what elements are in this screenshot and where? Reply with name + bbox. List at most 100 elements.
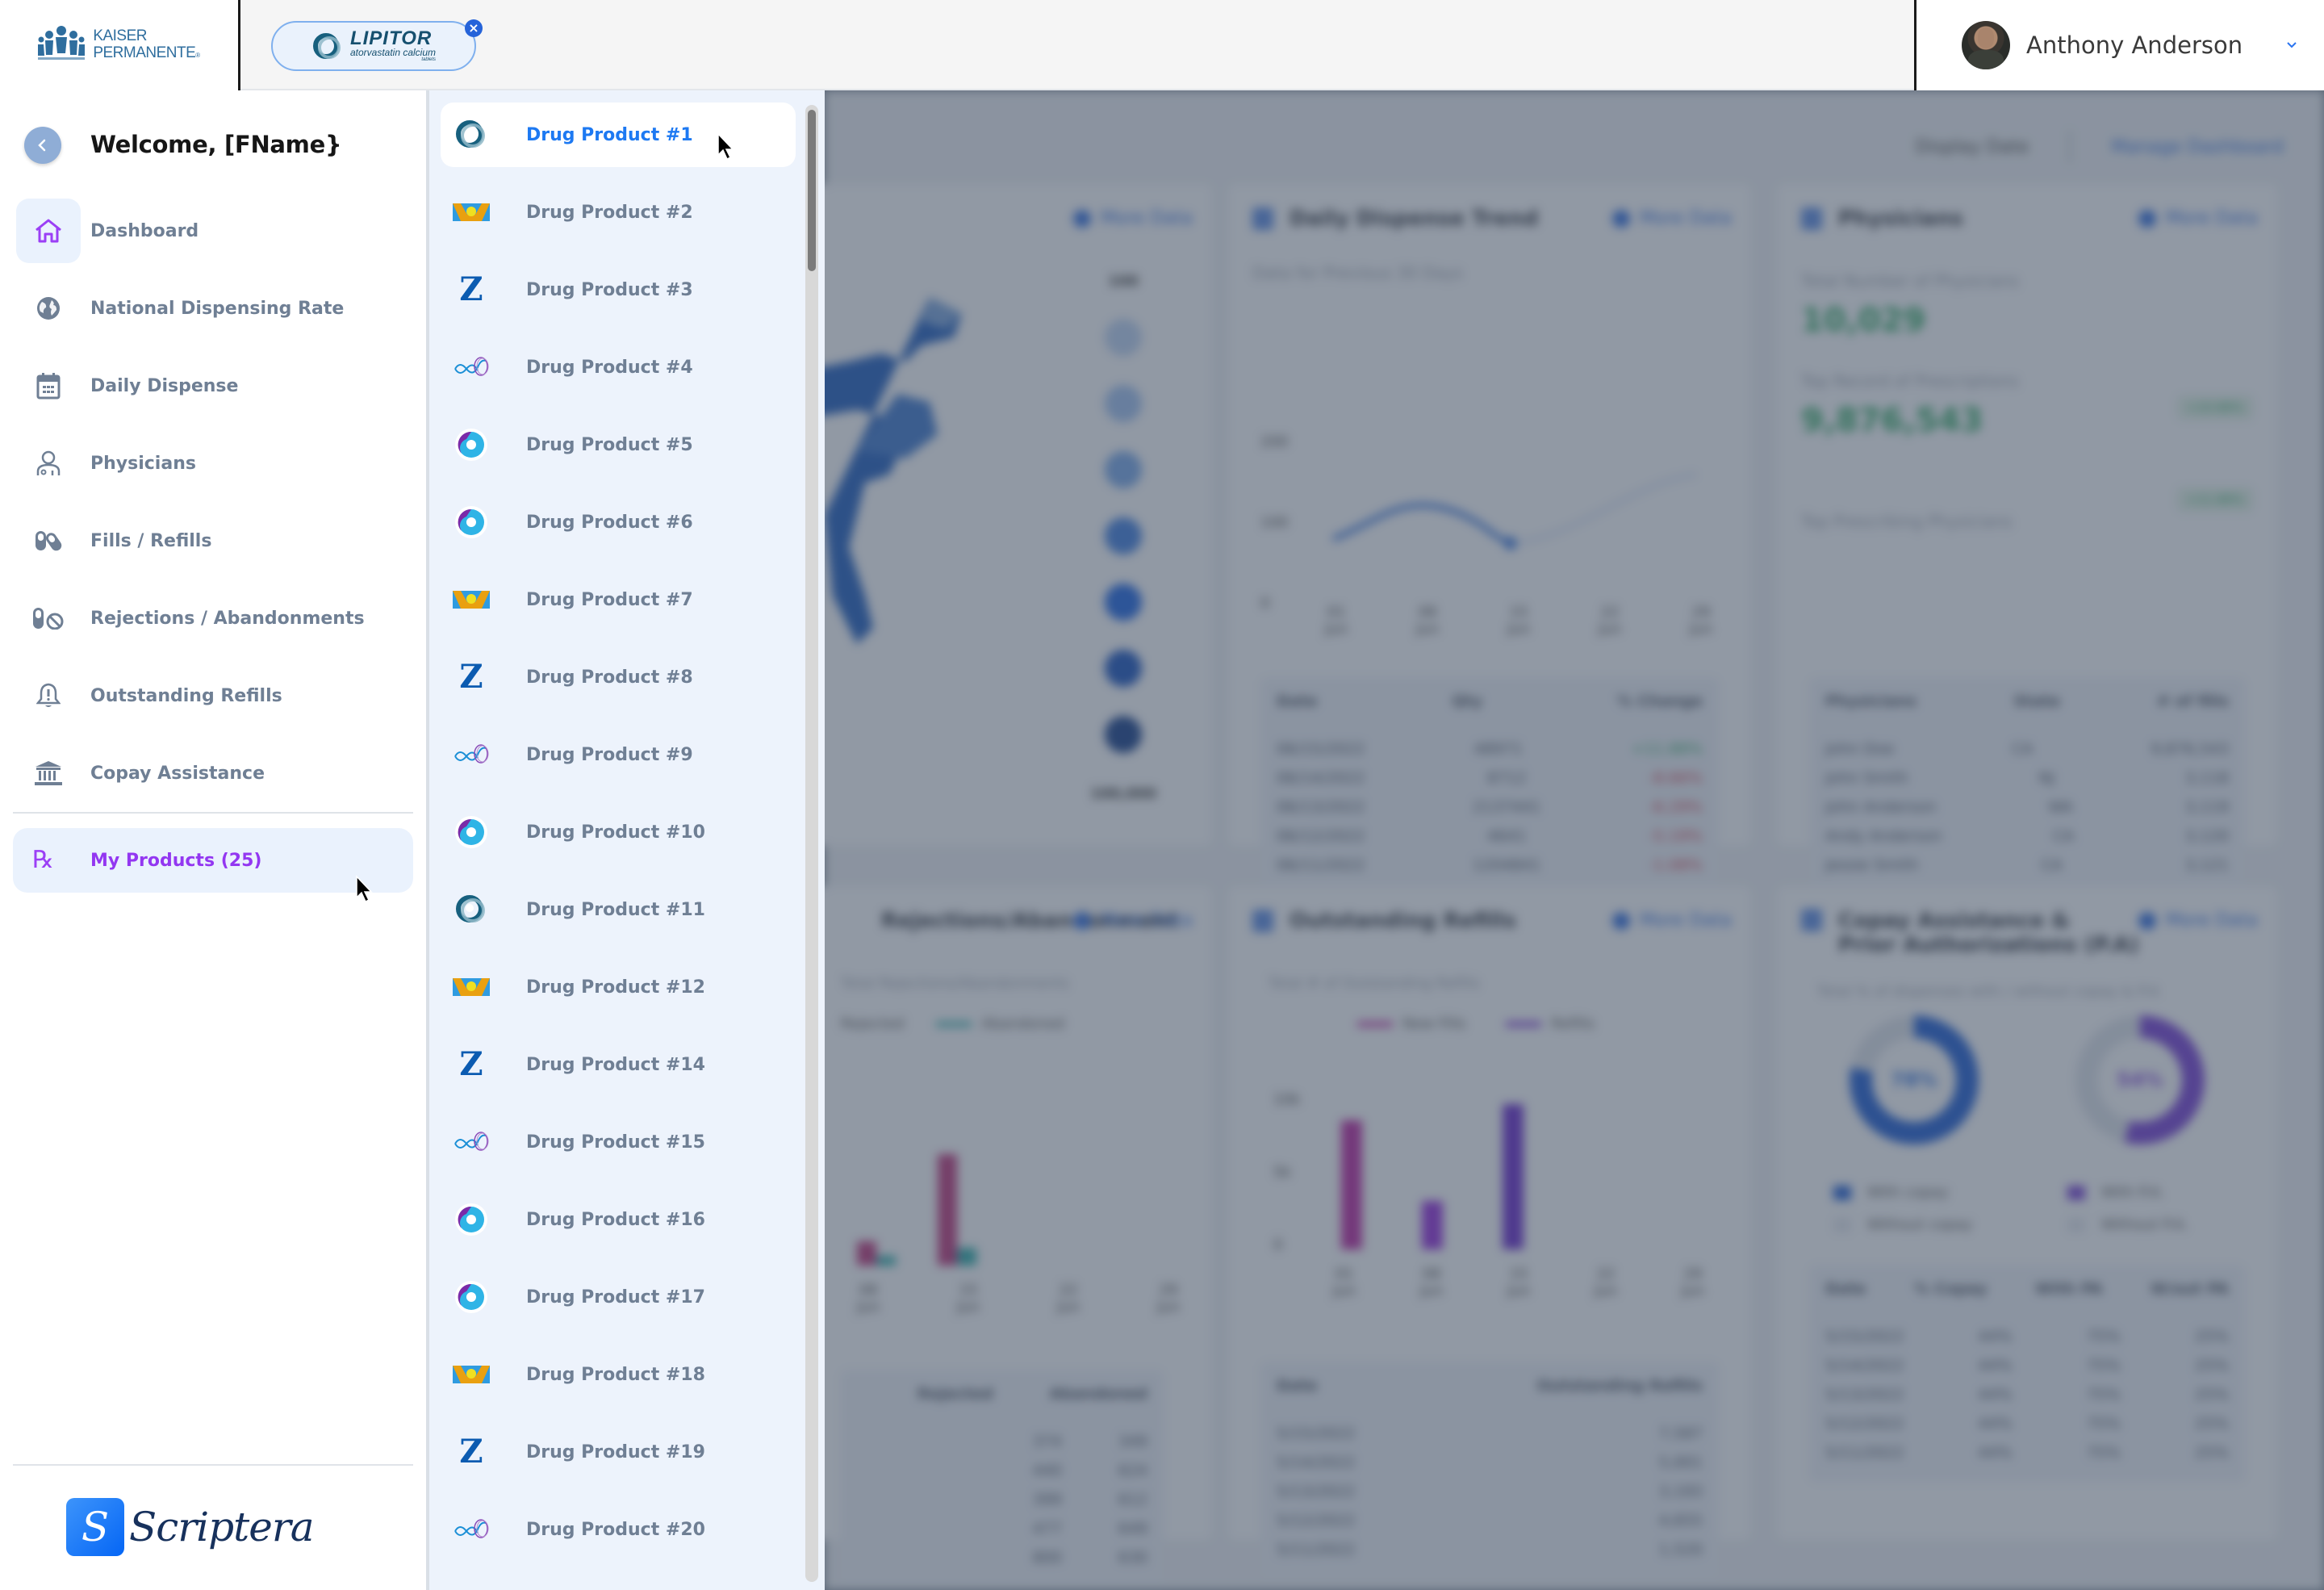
sidebar-item-label: Dashboard: [90, 220, 199, 241]
sidebar-item-label: National Dispensing Rate: [90, 298, 345, 319]
swirl-logo-icon: [455, 1281, 487, 1313]
swirl-logo-icon: [455, 429, 487, 461]
mouse-cursor-icon: [717, 132, 734, 161]
product-list-item[interactable]: Drug Product #12: [441, 948, 796, 1026]
org-logo-line2: PERMANENTE: [93, 44, 196, 61]
swirl-logo-icon: [452, 429, 491, 461]
product-list-item[interactable]: Drug Product #7: [441, 561, 796, 638]
product-label: Drug Product #11: [526, 899, 705, 920]
product-list-item[interactable]: Drug Product #2: [441, 174, 796, 251]
infinity-logo-icon: [454, 1132, 489, 1151]
close-icon[interactable]: ×: [465, 19, 483, 37]
product-list-item[interactable]: Drug Product #6: [441, 483, 796, 561]
product-label: Drug Product #19: [526, 1441, 705, 1462]
product-list-item[interactable]: Z Drug Product #19: [441, 1413, 796, 1491]
sidebar-item-national-dispensing-rate[interactable]: National Dispensing Rate: [16, 270, 413, 347]
sun-band-logo-icon: [453, 203, 490, 221]
z-logo-icon: Z: [459, 1433, 483, 1471]
rings-logo-icon: [452, 893, 491, 926]
lipitor-rings-icon: [312, 33, 341, 59]
infinity-logo-icon: [454, 357, 489, 376]
product-label: Drug Product #3: [526, 279, 693, 300]
product-list-item[interactable]: Z Drug Product #14: [441, 1026, 796, 1103]
product-label: Drug Product #16: [526, 1209, 705, 1230]
sidebar-item-outstanding-refills[interactable]: Outstanding Refills: [16, 657, 413, 734]
scriptera-logo[interactable]: S Scriptera: [66, 1498, 315, 1556]
footer-divider: [13, 1464, 413, 1466]
sidebar-item-label: Rejections / Abandonments: [90, 608, 365, 629]
product-list-item[interactable]: Drug Product #18: [441, 1336, 796, 1413]
sidebar-item-label: Copay Assistance: [90, 763, 265, 784]
product-list-item[interactable]: Drug Product #17: [441, 1258, 796, 1336]
swirl-logo-icon: [455, 506, 487, 538]
product-list-item[interactable]: Drug Product #9: [441, 716, 796, 793]
z-logo-icon: Z: [459, 270, 483, 308]
product-list-item[interactable]: Drug Product #1: [441, 103, 796, 167]
product-label: Drug Product #15: [526, 1132, 705, 1153]
product-list-item[interactable]: Z Drug Product #3: [441, 251, 796, 328]
swirl-logo-icon: [452, 506, 491, 538]
modal-overlay[interactable]: [825, 90, 2324, 1590]
sidebar-item-copay-assistance[interactable]: Copay Assistance: [16, 734, 413, 812]
avatar[interactable]: [1962, 21, 2010, 69]
mouse-cursor-icon: [356, 875, 373, 903]
pill-blocked-icon: [33, 608, 64, 630]
scrollbar[interactable]: [805, 105, 818, 1582]
sidebar-item-label: Fills / Refills: [90, 530, 212, 551]
product-list-item[interactable]: Drug Product #20: [441, 1491, 796, 1568]
product-list-item[interactable]: Drug Product #4: [441, 328, 796, 406]
chevron-down-icon[interactable]: [2286, 40, 2297, 51]
product-list-item[interactable]: Drug Product #11: [441, 871, 796, 948]
user-menu[interactable]: Anthony Anderson: [1914, 0, 2324, 90]
sun-band-logo-icon: [453, 978, 490, 996]
sidebar-item-dashboard[interactable]: Dashboard: [16, 192, 413, 270]
sun-band-logo-icon: [452, 584, 491, 616]
infinity-logo-icon: [454, 1519, 489, 1538]
swirl-logo-icon: [452, 1281, 491, 1313]
pills-icon: [36, 531, 62, 551]
product-label: Drug Product #7: [526, 589, 693, 610]
product-label: Drug Product #1: [526, 124, 693, 145]
kaiser-people-icon: [38, 26, 86, 60]
product-list-item[interactable]: Drug Product #15: [441, 1103, 796, 1181]
sun-band-logo-icon: [452, 196, 491, 228]
sidebar-item-fills-refills[interactable]: Fills / Refills: [16, 502, 413, 580]
sidebar-item-my-products[interactable]: ℞ My Products (25): [13, 828, 413, 893]
product-list: Drug Product #1 Drug Product #2 Z Drug Prod…: [441, 103, 796, 1568]
product-list-item[interactable]: Drug Product #16: [441, 1181, 796, 1258]
swirl-logo-icon: [452, 1203, 491, 1236]
nav-divider: [13, 812, 413, 814]
chevron-left-icon: [38, 139, 46, 152]
product-label: Drug Product #14: [526, 1054, 705, 1075]
org-logo-line1: KAISER: [93, 27, 148, 44]
welcome-heading: Welcome, [FName}: [90, 131, 342, 158]
selected-product-chip[interactable]: LIPITOR atorvastatin calcium tablets ×: [271, 19, 483, 71]
sun-band-logo-icon: [452, 1358, 491, 1391]
product-label: Drug Product #17: [526, 1287, 705, 1308]
infinity-logo-icon: [452, 1126, 491, 1158]
product-label: Drug Product #4: [526, 357, 693, 378]
sidebar: Welcome, [FName} Dashboard National Disp…: [0, 90, 426, 1590]
swirl-logo-icon: [452, 816, 491, 848]
product-label: Drug Product #5: [526, 434, 693, 455]
rings-logo-icon: [456, 120, 485, 148]
swirl-logo-icon: [455, 816, 487, 848]
infinity-logo-icon: [452, 739, 491, 771]
globe-icon: [37, 297, 60, 320]
product-brand: LIPITOR: [349, 27, 433, 49]
sidebar-item-daily-dispense[interactable]: Daily Dispense: [16, 347, 413, 425]
sidebar-item-label: Outstanding Refills: [90, 685, 282, 706]
scrollbar-thumb[interactable]: [808, 110, 816, 271]
sidebar-item-physicians[interactable]: Physicians: [16, 425, 413, 502]
product-list-item[interactable]: Drug Product #5: [441, 406, 796, 483]
sidebar-item-rejections-abandonments[interactable]: Rejections / Abandonments: [16, 580, 413, 657]
bell-alert-icon: [36, 683, 61, 707]
product-list-item[interactable]: Z Drug Product #8: [441, 638, 796, 716]
product-list-item[interactable]: Drug Product #10: [441, 793, 796, 871]
sun-band-logo-icon: [452, 971, 491, 1003]
product-list-panel: Drug Product #1 Drug Product #2 Z Drug Prod…: [426, 90, 825, 1590]
swirl-logo-icon: [455, 1203, 487, 1236]
sidebar-nav: Dashboard National Dispensing Rate Daily…: [16, 192, 413, 812]
org-logo[interactable]: KAISER PERMANENTE®: [0, 0, 240, 90]
collapse-sidebar-button[interactable]: [24, 127, 61, 164]
